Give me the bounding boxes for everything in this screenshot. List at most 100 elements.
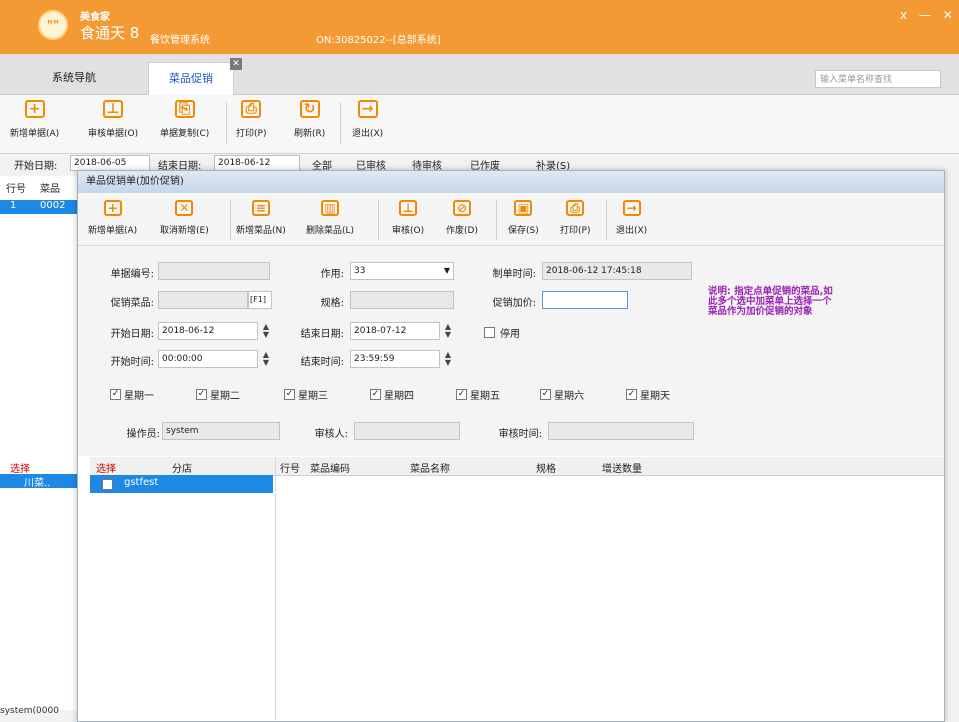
bg-select-header: 选择 xyxy=(10,464,30,475)
dlg-print-label: 打印(P) xyxy=(560,226,591,236)
dlg-cancel-new-label: 取消新增(E) xyxy=(160,226,209,236)
tab-system-nav[interactable]: 系统导航 xyxy=(32,62,116,94)
weekday-wed-checkbox[interactable]: ✓ xyxy=(284,389,295,400)
dlg-print-button[interactable]: ⎙ 打印(P) xyxy=(560,200,590,236)
dish-grid-row-no-header: 行号 xyxy=(280,464,300,475)
review-doc-button[interactable]: ⊥ 审核单据(O) xyxy=(88,100,138,139)
price-add-input[interactable] xyxy=(542,291,628,309)
dish-grid-code-header: 菜品编码 xyxy=(310,464,350,475)
app-logo: "" xyxy=(38,10,68,40)
print-label: 打印(P) xyxy=(236,129,267,139)
branch-select-header: 选择 xyxy=(96,464,116,475)
window-controls[interactable]: ⅹ — ✕ xyxy=(900,8,957,22)
tab-close-icon[interactable]: ✕ xyxy=(230,58,242,70)
dlg-cancel-new-button[interactable]: ✕ 取消新增(E) xyxy=(160,200,209,236)
start-time-field[interactable]: 00:00:00 xyxy=(158,350,258,368)
bg-row-no: 1 xyxy=(10,200,17,211)
method-label: 作用: xyxy=(320,269,344,280)
dlg-review-label: 审核(O) xyxy=(392,226,425,236)
dlg-delete-dish-button[interactable]: ▥ 删除菜品(L) xyxy=(306,200,354,236)
printer-icon: ⎙ xyxy=(241,100,262,118)
end-time-spinner-icon[interactable]: ▲ ▼ xyxy=(442,351,454,367)
review-time-field[interactable] xyxy=(548,422,694,440)
weekday-sun-checkbox[interactable]: ✓ xyxy=(626,389,637,400)
new-doc-button[interactable]: + 新增单据(A) xyxy=(10,100,59,139)
start-date-input[interactable]: 2018-06-05 xyxy=(70,155,150,171)
start-date-label: 开始日期: xyxy=(110,329,154,340)
copy-icon: ⎘ xyxy=(174,100,195,118)
dlg-review-button[interactable]: ⊥ 审核(O) xyxy=(392,200,424,236)
tab-dish-promotion[interactable]: 菜品促销 xyxy=(148,62,234,95)
weekday-sun-label: 星期天 xyxy=(640,391,670,402)
method-select[interactable]: 33 ▼ xyxy=(350,262,454,280)
exit-icon: → xyxy=(357,100,378,118)
weekday-sat-checkbox[interactable]: ✓ xyxy=(540,389,551,400)
dlg-exit-button[interactable]: → 退出(X) xyxy=(616,200,647,236)
end-date-input[interactable]: 2018-06-12 xyxy=(214,155,300,171)
dlg-delete-dish-label: 删除菜品(L) xyxy=(306,226,355,236)
disabled-label: 停用 xyxy=(500,329,520,340)
weekday-mon-label: 星期一 xyxy=(124,391,154,402)
copy-doc-label: 单据复制(C) xyxy=(160,129,210,139)
weekday-wed-label: 星期三 xyxy=(298,391,328,402)
dish-field[interactable] xyxy=(158,291,248,309)
print-button[interactable]: ⎙ 打印(P) xyxy=(236,100,266,139)
start-time-spinner-icon[interactable]: ▲ ▼ xyxy=(260,351,272,367)
operator-field[interactable]: system xyxy=(162,422,280,440)
background-grid xyxy=(0,176,81,710)
dlg-new-doc-label: 新增单据(A) xyxy=(88,226,138,236)
dlg-save-label: 保存(S) xyxy=(508,226,539,236)
bg-selected-row[interactable]: 1 0002 xyxy=(0,200,78,214)
dish-label: 促销菜品: xyxy=(110,298,154,309)
doc-no-field[interactable] xyxy=(158,262,270,280)
end-date-field[interactable]: 2018-07-12 xyxy=(350,322,440,340)
chevron-down-icon: ▼ xyxy=(443,266,450,275)
start-time-label: 开始时间: xyxy=(110,357,154,368)
stamp-icon: ⊥ xyxy=(103,100,124,118)
branch-row[interactable] xyxy=(90,475,273,493)
exit-button[interactable]: → 退出(X) xyxy=(352,100,383,139)
stamp-icon: ⊥ xyxy=(399,200,418,216)
exit-label: 退出(X) xyxy=(352,129,384,139)
brand-name: 美食家 xyxy=(80,12,110,23)
weekday-fri-checkbox[interactable]: ✓ xyxy=(456,389,467,400)
reviewer-field[interactable] xyxy=(354,422,460,440)
end-time-field[interactable]: 23:59:59 xyxy=(350,350,440,368)
spec-field[interactable] xyxy=(350,291,454,309)
search-input[interactable]: 输入菜单名称查找 xyxy=(815,70,941,88)
weekday-tue-checkbox[interactable]: ✓ xyxy=(196,389,207,400)
start-date-spinner-icon[interactable]: ▲ ▼ xyxy=(260,323,272,339)
dish-lookup-button[interactable]: [F1] xyxy=(248,291,272,309)
main-toolbar xyxy=(0,95,959,154)
start-date-label: 开始日期: xyxy=(14,161,58,172)
reviewer-label: 审核人: xyxy=(314,429,348,440)
end-date-spinner-icon[interactable]: ▲ ▼ xyxy=(442,323,454,339)
disabled-checkbox[interactable] xyxy=(484,327,495,338)
toolbar-separator xyxy=(226,102,227,144)
dlg-save-button[interactable]: ▣ 保存(S) xyxy=(508,200,539,236)
branch-row-checkbox[interactable] xyxy=(102,479,113,490)
title-bar xyxy=(0,0,959,54)
save-icon: ▣ xyxy=(514,200,533,216)
dlg-new-doc-button[interactable]: + 新增单据(A) xyxy=(88,200,137,236)
cancel-doc-icon: ✕ xyxy=(175,200,194,216)
bg-lower-row-label: 川菜.. xyxy=(24,478,51,489)
copy-doc-button[interactable]: ⎘ 单据复制(C) xyxy=(160,100,209,139)
start-date-field[interactable]: 2018-06-12 xyxy=(158,322,258,340)
doc-no-label: 单据编号: xyxy=(110,269,154,280)
weekday-mon-checkbox[interactable]: ✓ xyxy=(110,389,121,400)
dlg-add-dish-button[interactable]: ≡ 新增菜品(N) xyxy=(236,200,286,236)
weekday-thu-checkbox[interactable]: ✓ xyxy=(370,389,381,400)
weekday-tue-label: 星期二 xyxy=(210,391,240,402)
branch-grid xyxy=(90,457,276,720)
dlg-void-button[interactable]: ⊘ 作废(D) xyxy=(446,200,478,236)
dialog-toolbar-separator xyxy=(378,200,379,240)
bg-lower-row[interactable]: 川菜.. xyxy=(0,474,78,489)
created-time-field[interactable]: 2018-06-12 17:45:18 xyxy=(542,262,692,280)
refresh-button[interactable]: ↻ 刷新(R) xyxy=(294,100,325,139)
bg-row-code: 0002 xyxy=(40,200,66,211)
plus-icon: + xyxy=(103,200,122,216)
review-time-label: 审核时间: xyxy=(498,429,542,440)
review-doc-label: 审核单据(O) xyxy=(88,129,139,139)
void-icon: ⊘ xyxy=(452,200,471,216)
